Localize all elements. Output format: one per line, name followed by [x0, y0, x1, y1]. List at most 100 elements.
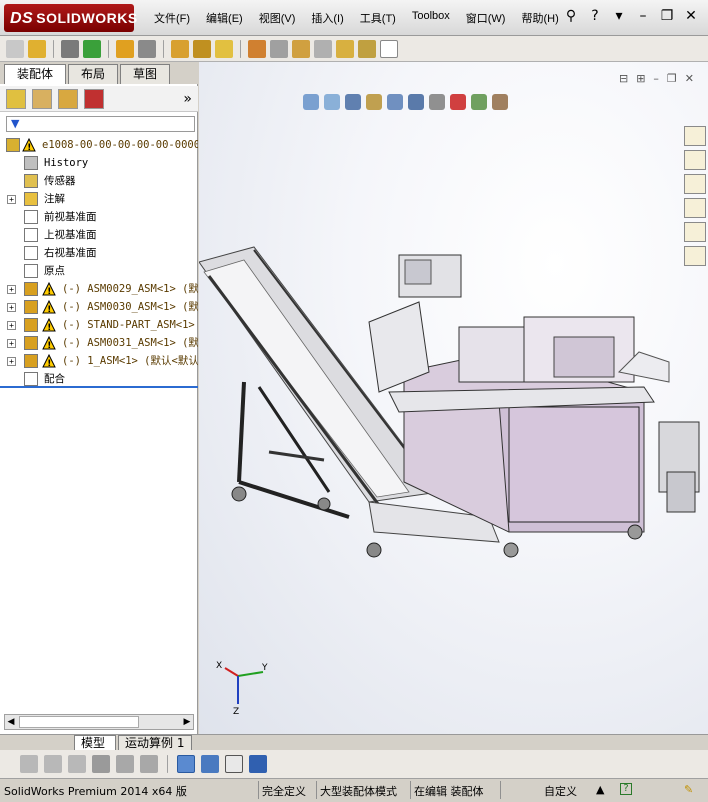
menu-view[interactable]: 视图(V) [251, 10, 304, 26]
window-icon[interactable] [380, 39, 398, 58]
svg-text:!: ! [27, 143, 31, 152]
tree-item-label: 右视基准面 [44, 247, 97, 259]
tree-item[interactable]: 右视基准面 [0, 244, 198, 262]
cad-model[interactable] [199, 62, 708, 734]
tab-layout[interactable]: 布局 [68, 64, 119, 84]
expand-toggle-icon[interactable]: + [7, 321, 16, 330]
smart-fasteners-icon[interactable] [215, 39, 233, 58]
scroll-left-icon[interactable]: ◀ [5, 715, 17, 729]
help-status-icon[interactable]: ? [620, 783, 632, 795]
property-manager-icon[interactable] [32, 88, 52, 109]
svg-text:!: ! [47, 305, 51, 314]
paperclip-icon[interactable] [61, 39, 79, 58]
expand-toggle-icon[interactable]: + [7, 357, 16, 366]
move-component-icon[interactable] [171, 39, 189, 58]
expand-toggle-icon[interactable]: + [7, 339, 16, 348]
display-icon[interactable] [336, 39, 354, 58]
tree-item[interactable]: +! (-) ASM0031_ASM<1> (默认 [0, 334, 198, 352]
mate-icon[interactable] [116, 39, 134, 58]
chevron-up-icon[interactable]: ▲ [596, 783, 604, 796]
status-editing: 在编辑 装配体 [414, 785, 484, 798]
tab-sketch[interactable]: 草图 [120, 64, 171, 84]
tree-item[interactable]: +! (-) ASM0030_ASM<1> (默认 [0, 298, 198, 316]
feature-tree-icon[interactable] [6, 88, 26, 109]
measure-icon[interactable] [314, 39, 332, 58]
grid-icon[interactable] [116, 755, 134, 773]
tree-item[interactable]: +! (-) ASM0029_ASM<1> (默认 [0, 280, 198, 298]
solidworks-logo[interactable]: DS SOLIDWORKS [4, 4, 137, 32]
menu-toolbox[interactable]: Toolbox [404, 10, 458, 26]
tree-item[interactable]: 传感器 [0, 172, 198, 190]
menu-insert[interactable]: 插入(I) [303, 10, 351, 26]
expand-toggle-icon[interactable]: + [7, 195, 16, 204]
menu-window[interactable]: 窗口(W) [458, 10, 514, 26]
table-icon[interactable] [225, 755, 243, 773]
subassembly-icon [24, 318, 38, 332]
tree-item[interactable]: +! (-) 1_ASM<1> (默认<默认 [0, 352, 198, 370]
graphics-area[interactable]: ⊟ ⊞ – ❐ ✕ X Y Z [199, 62, 708, 734]
menu-file[interactable]: 文件(F) [146, 10, 198, 26]
status-custom[interactable]: 自定义 [544, 783, 577, 799]
command-manager-tabs: 装配体 布局 草图 [0, 62, 198, 84]
tree-item[interactable]: 原点 [0, 262, 198, 280]
rebuild-icon[interactable]: ✎ [684, 783, 693, 796]
menu-tools[interactable]: 工具(T) [352, 10, 404, 26]
stop-icon[interactable] [68, 755, 86, 773]
chevron-right-icon[interactable]: » [183, 91, 192, 107]
toolbar-separator [53, 39, 54, 58]
sort-icon[interactable] [140, 755, 158, 773]
sketch-icon[interactable] [292, 39, 310, 58]
toolbar-separator [240, 39, 241, 58]
restore-button[interactable]: ❐ [658, 8, 676, 24]
minimize-button[interactable]: – [634, 8, 652, 24]
interference-icon[interactable] [248, 39, 266, 58]
tab-motion-study[interactable]: 运动算例 1 [118, 735, 192, 751]
menu-edit[interactable]: 编辑(E) [198, 10, 251, 26]
filter-input[interactable]: ▼ [6, 116, 195, 132]
chevron-down-icon[interactable]: ▾ [610, 8, 628, 24]
list-icon[interactable] [92, 755, 110, 773]
menu-help[interactable]: 帮助(H) [513, 10, 566, 26]
scroll-thumb[interactable] [19, 716, 139, 728]
play-icon[interactable] [44, 755, 62, 773]
new-icon[interactable] [6, 39, 24, 58]
feature-tree-rollback-bar[interactable] [0, 386, 198, 388]
tree-item[interactable]: 前视基准面 [0, 208, 198, 226]
explode-icon[interactable] [270, 39, 288, 58]
svg-text:!: ! [47, 341, 51, 350]
tab-assembly[interactable]: 装配体 [4, 64, 67, 84]
configuration-manager-icon[interactable] [58, 88, 78, 109]
svg-text:!: ! [47, 287, 51, 296]
tree-item[interactable]: 上视基准面 [0, 226, 198, 244]
plane-icon [24, 210, 38, 224]
linear-pattern-icon[interactable] [193, 39, 211, 58]
view-orientation-icon[interactable] [138, 39, 156, 58]
tree-item-label: 注解 [44, 193, 65, 205]
tree-item[interactable]: 配合 [0, 370, 198, 386]
tree-item[interactable]: +! (-) STAND-PART_ASM<1> [0, 316, 198, 334]
flat-tree-icon[interactable] [177, 755, 195, 773]
horizontal-scrollbar[interactable]: ◀ ▶ [4, 714, 194, 730]
calculate-icon[interactable] [20, 755, 38, 773]
tree-item[interactable]: + 注解 [0, 190, 198, 208]
options-icon[interactable] [358, 39, 376, 58]
bottom-toolbar [0, 750, 708, 778]
tree-item[interactable]: ! e1008-00-00-00-00-00-0000_ [0, 136, 198, 154]
toolbar-separator [163, 39, 164, 58]
insert-component-icon[interactable] [83, 39, 101, 58]
axis-triad: X Y Z [216, 661, 268, 717]
close-button[interactable]: ✕ [682, 8, 700, 24]
tree-item[interactable]: History [0, 154, 198, 172]
tree-item-label: 配合 [44, 373, 65, 385]
pin-icon[interactable]: ⚲ [562, 8, 580, 24]
scroll-right-icon[interactable]: ▶ [181, 715, 193, 729]
warning-icon: ! [42, 353, 56, 369]
display-manager-icon[interactable] [84, 88, 104, 109]
tree-view-icon[interactable] [201, 755, 219, 773]
expand-toggle-icon[interactable]: + [7, 303, 16, 312]
open-icon[interactable] [28, 39, 46, 58]
tab-model[interactable]: 模型 [74, 735, 116, 751]
help-icon[interactable]: ? [586, 8, 604, 24]
expand-toggle-icon[interactable]: + [7, 285, 16, 294]
save-icon[interactable] [249, 755, 267, 773]
